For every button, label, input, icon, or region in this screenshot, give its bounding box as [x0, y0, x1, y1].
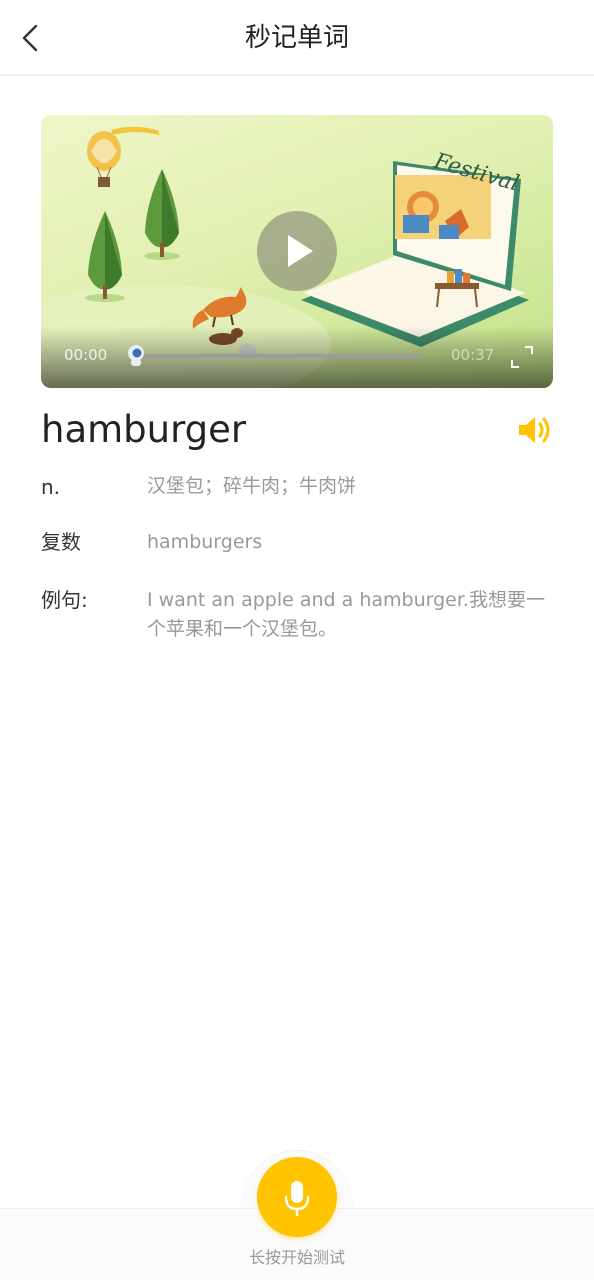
fullscreen-button[interactable]: [509, 344, 535, 370]
current-time: 00:00: [64, 346, 108, 364]
app-header: 秒记单词: [0, 0, 594, 76]
definition-text: 汉堡包；碎牛肉；牛肉饼: [147, 475, 357, 497]
progress-handle[interactable]: [125, 344, 147, 368]
word-title: hamburger: [41, 408, 247, 451]
page-title: 秒记单词: [244, 23, 349, 53]
plural-value: hamburgers: [147, 531, 263, 553]
fullscreen-icon: [511, 346, 533, 368]
microphone-icon: [284, 1181, 310, 1217]
plural-label: 复数: [41, 530, 81, 554]
video-controls: 00:00 00:37: [41, 326, 553, 388]
astronaut-handle-icon: [128, 345, 144, 366]
play-icon: [288, 235, 313, 267]
record-hint: 长按开始测试: [248, 1248, 345, 1267]
total-time: 00:37: [451, 346, 495, 364]
video-player[interactable]: Festival 00:00 00:37: [41, 115, 553, 388]
play-button[interactable]: [257, 211, 337, 291]
example-sentence: I want an apple and a hamburger.我想要一个苹果和…: [147, 589, 545, 640]
record-button[interactable]: [257, 1157, 337, 1237]
progress-track[interactable]: [139, 354, 421, 358]
pos-label: n.: [41, 475, 61, 499]
example-label: 例句:: [41, 588, 88, 612]
pronunciation-button[interactable]: [515, 410, 555, 450]
speaker-icon: [519, 417, 550, 443]
